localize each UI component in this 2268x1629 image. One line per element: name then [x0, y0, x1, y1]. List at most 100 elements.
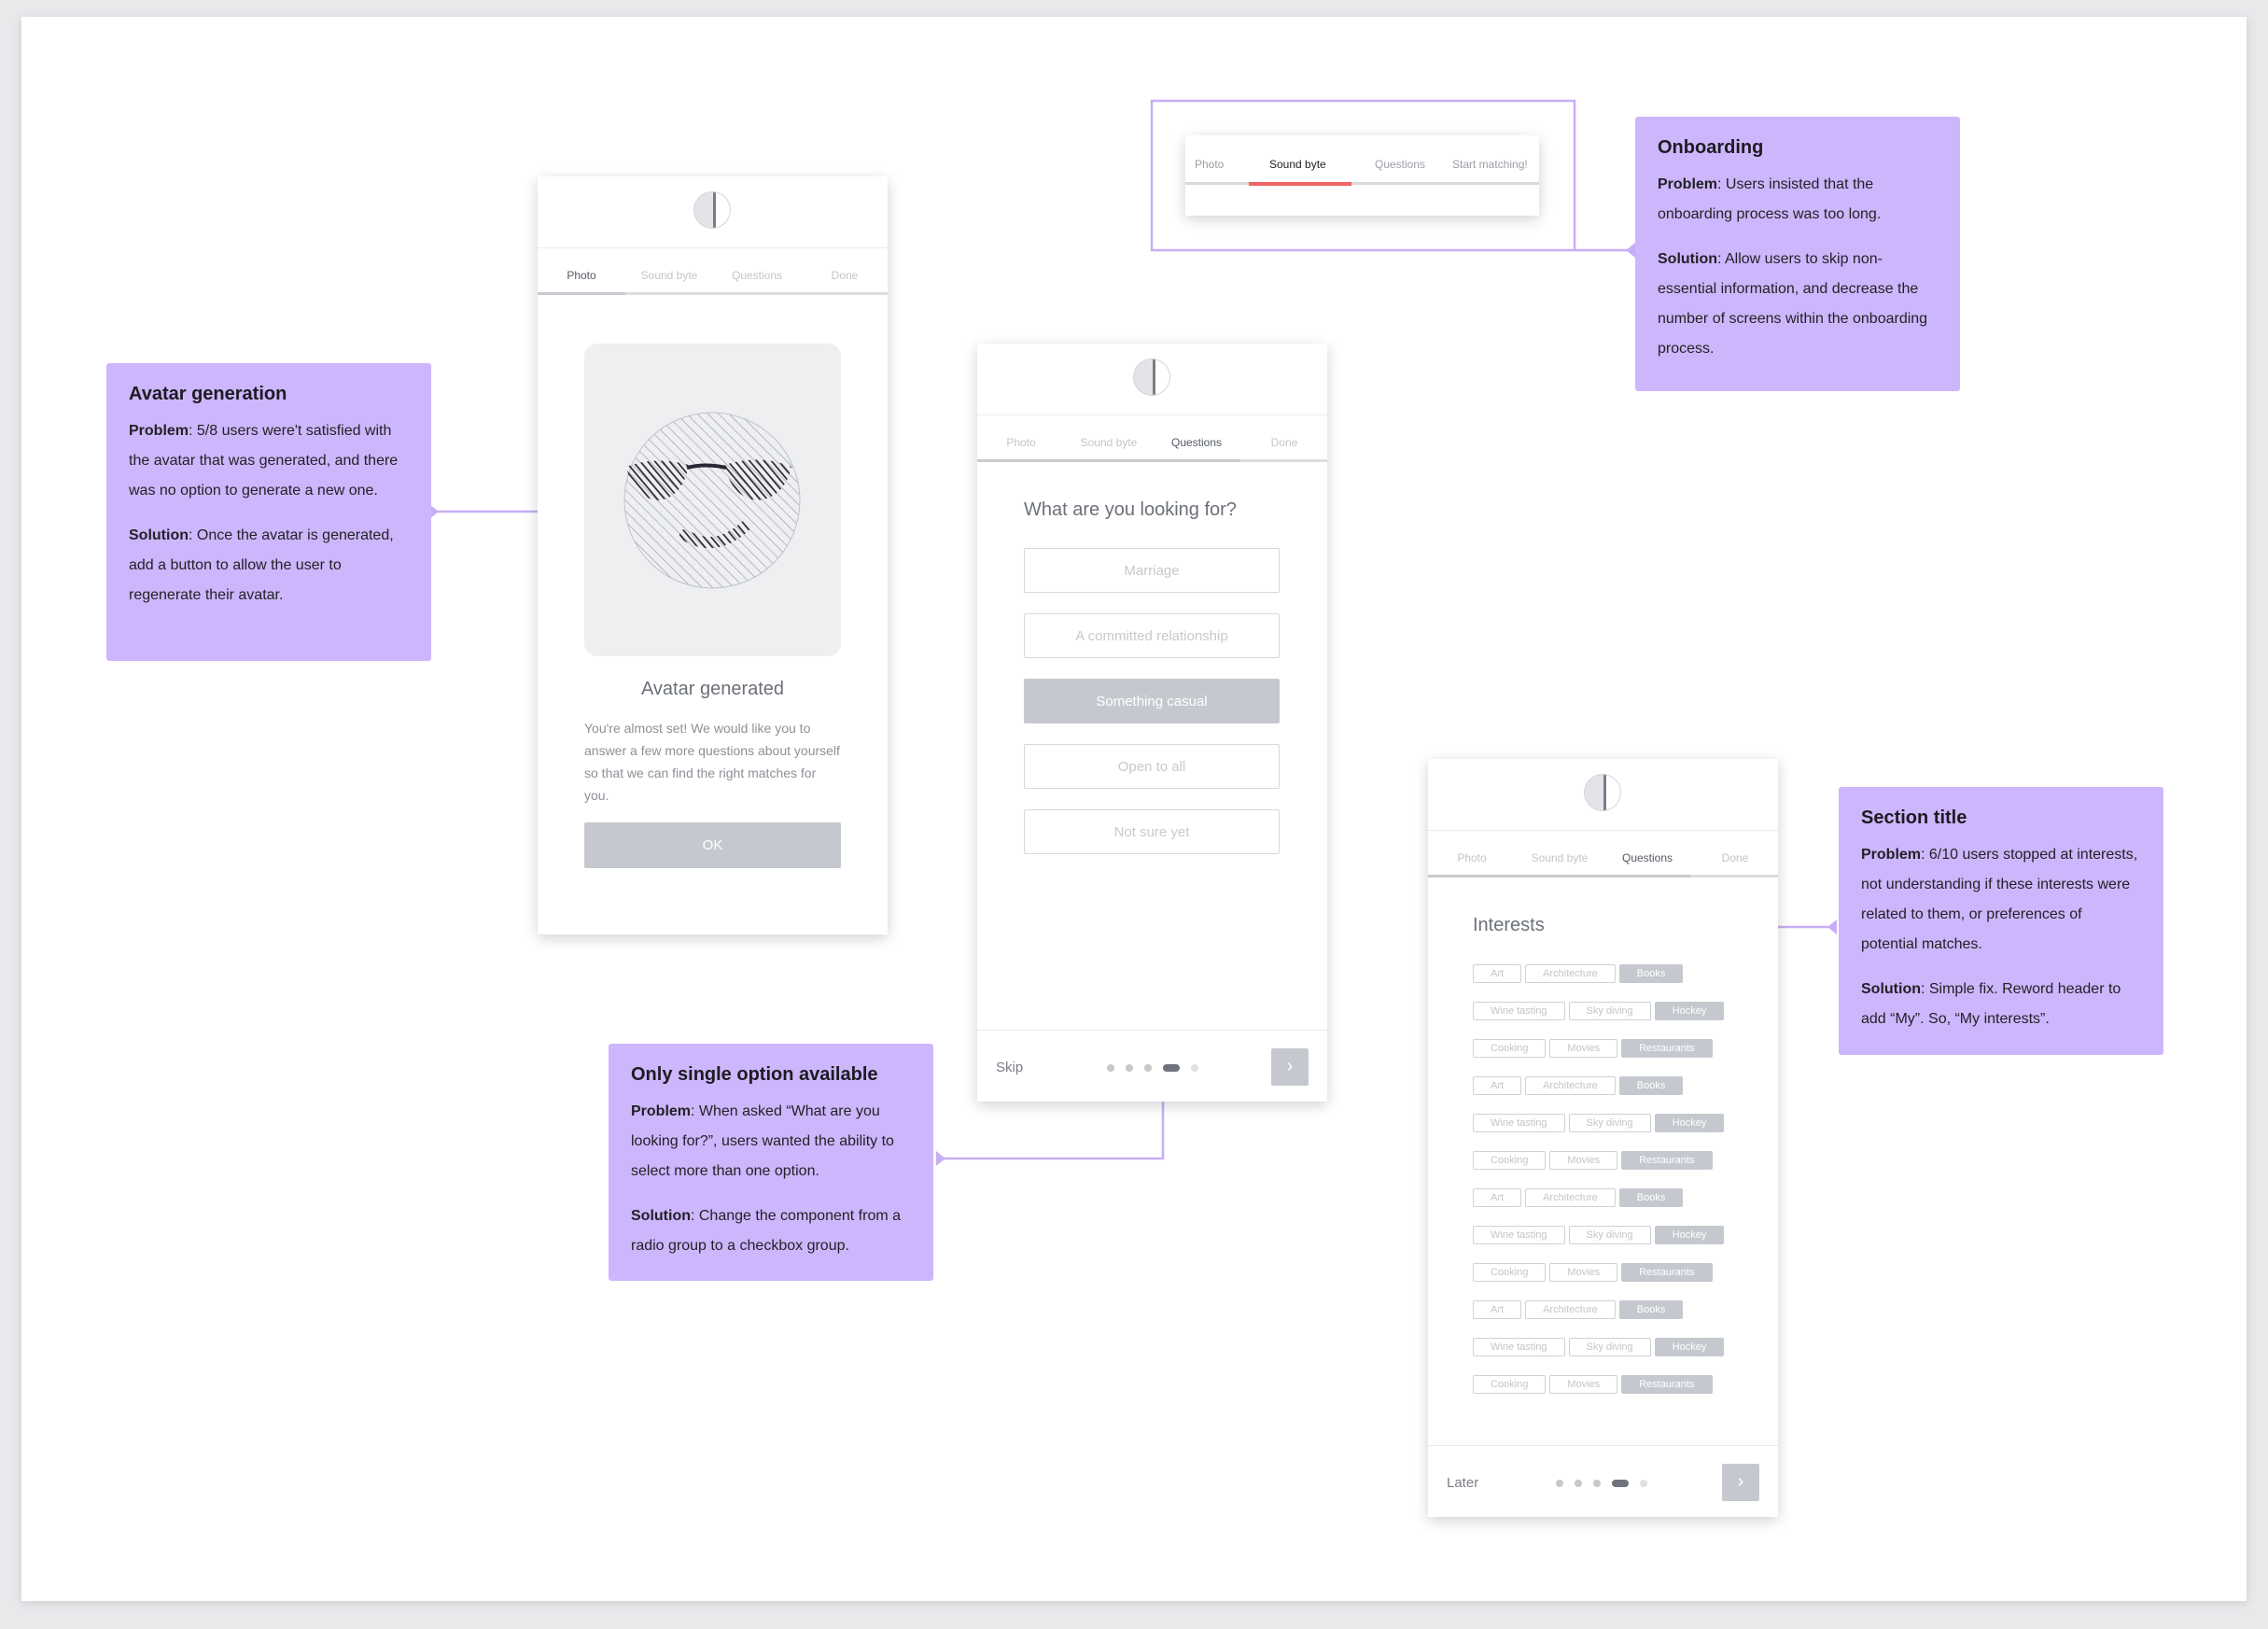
ok-button[interactable]: OK	[584, 822, 841, 868]
tab-questions[interactable]: Questions	[1603, 851, 1691, 864]
interest-chip[interactable]: Architecture	[1525, 1076, 1616, 1095]
note-problem: Problem: 6/10 users stopped at interests…	[1861, 847, 2138, 952]
option-something-casual[interactable]: Something casual	[1024, 679, 1280, 723]
interest-chip[interactable]: Books	[1618, 1300, 1684, 1319]
interest-chip[interactable]: Art	[1473, 1076, 1522, 1095]
interest-chip[interactable]: Wine tasting	[1473, 1002, 1565, 1020]
interest-chip[interactable]: Cooking	[1473, 1263, 1547, 1282]
app-logo-icon	[693, 191, 731, 229]
interest-chip[interactable]: Books	[1618, 1188, 1684, 1207]
interest-chip[interactable]: Art	[1473, 1188, 1522, 1207]
interest-chip[interactable]: Movies	[1549, 1151, 1618, 1170]
note-problem: Problem: Users insisted that the onboard…	[1658, 176, 1882, 222]
tab-photo[interactable]: Photo	[538, 269, 625, 282]
question-title: What are you looking for?	[1024, 499, 1237, 520]
step-tabs: Photo Sound byte Questions Done	[977, 414, 1327, 462]
onboarding-tab-track	[1185, 182, 1539, 185]
skip-button[interactable]: Skip	[996, 1060, 1023, 1075]
chip-row: Wine tasting Sky diving Hockey	[1473, 1002, 1728, 1020]
note-section-title: Section title Problem: 6/10 users stoppe…	[1839, 787, 2163, 1055]
interest-chip[interactable]: Restaurants	[1621, 1039, 1713, 1058]
interest-chip[interactable]: Books	[1618, 1076, 1684, 1095]
interest-chip[interactable]: Movies	[1549, 1039, 1618, 1058]
onboarding-tabbar-snippet: Photo Sound byte Questions Start matchin…	[1185, 135, 1539, 216]
page-dot-active	[1612, 1480, 1629, 1487]
chip-row: Wine tasting Sky diving Hockey	[1473, 1114, 1728, 1132]
interest-chip[interactable]: Hockey	[1654, 1338, 1725, 1356]
tab-done[interactable]: Done	[801, 269, 889, 282]
note-title: Onboarding	[1658, 137, 1764, 158]
chip-row: Art Architecture Books	[1473, 1076, 1687, 1095]
onboarding-tab-questions[interactable]: Questions	[1375, 158, 1425, 171]
tab-done[interactable]: Done	[1691, 851, 1779, 864]
interest-chip[interactable]: Sky diving	[1568, 1226, 1651, 1244]
tab-photo[interactable]: Photo	[1428, 851, 1516, 864]
option-committed-relationship[interactable]: A committed relationship	[1024, 613, 1280, 658]
step-progress-track	[1428, 875, 1778, 878]
interest-chip[interactable]: Cooking	[1473, 1151, 1547, 1170]
interest-chip[interactable]: Books	[1618, 964, 1684, 983]
page-dot-active	[1163, 1064, 1180, 1072]
option-marriage[interactable]: Marriage	[1024, 548, 1280, 593]
page-dot	[1107, 1064, 1114, 1072]
tab-photo[interactable]: Photo	[977, 436, 1065, 449]
onboarding-tab-photo[interactable]: Photo	[1195, 158, 1224, 171]
single-option-connector-cap	[936, 1151, 945, 1166]
tab-questions[interactable]: Questions	[1153, 436, 1240, 449]
interest-chip[interactable]: Architecture	[1525, 964, 1616, 983]
interest-chip[interactable]: Hockey	[1654, 1114, 1725, 1132]
interest-chip[interactable]: Movies	[1549, 1263, 1618, 1282]
interest-chip[interactable]: Architecture	[1525, 1300, 1616, 1319]
interest-chip[interactable]: Hockey	[1654, 1002, 1725, 1020]
avatar-title: Avatar generated	[640, 679, 785, 699]
interest-chip[interactable]: Sky diving	[1568, 1002, 1651, 1020]
interest-chip[interactable]: Art	[1473, 1300, 1522, 1319]
interest-chip[interactable]: Wine tasting	[1473, 1114, 1565, 1132]
onboarding-tab-sound-byte[interactable]: Sound byte	[1269, 158, 1326, 171]
interest-chip[interactable]: Hockey	[1654, 1226, 1725, 1244]
interest-chip[interactable]: Art	[1473, 964, 1522, 983]
tab-sound-byte[interactable]: Sound byte	[1516, 851, 1603, 864]
tab-questions[interactable]: Questions	[713, 269, 801, 282]
step-progress-track	[538, 292, 888, 295]
chip-row: Wine tasting Sky diving Hockey	[1473, 1338, 1728, 1356]
option-open-to-all[interactable]: Open to all	[1024, 744, 1280, 789]
note-problem: Problem: When asked “What are you lookin…	[631, 1103, 894, 1179]
page-dot	[1191, 1064, 1198, 1072]
page-indicator	[1107, 1064, 1198, 1074]
chevron-right-icon: ›	[1286, 1056, 1294, 1076]
chip-row: Wine tasting Sky diving Hockey	[1473, 1226, 1728, 1244]
avatar-card	[584, 344, 841, 656]
app-logo-icon	[1133, 358, 1170, 396]
interest-chip[interactable]: Restaurants	[1621, 1375, 1713, 1394]
onboarding-tab-start-matching[interactable]: Start matching!	[1452, 158, 1528, 171]
phone-avatar-generated: Photo Sound byte Questions Done Avatar g…	[538, 176, 888, 934]
later-button[interactable]: Later	[1447, 1475, 1478, 1491]
tab-sound-byte[interactable]: Sound byte	[1065, 436, 1153, 449]
interest-chip[interactable]: Wine tasting	[1473, 1226, 1565, 1244]
footer-divider	[977, 1030, 1327, 1031]
interest-chip[interactable]: Architecture	[1525, 1188, 1616, 1207]
interest-chip[interactable]: Cooking	[1473, 1039, 1547, 1058]
chevron-right-icon: ›	[1737, 1471, 1744, 1492]
interest-chip[interactable]: Cooking	[1473, 1375, 1547, 1394]
next-button[interactable]: ›	[1271, 1048, 1309, 1086]
note-title: Avatar generation	[129, 384, 287, 404]
interest-chip[interactable]: Sky diving	[1568, 1114, 1651, 1132]
next-button[interactable]: ›	[1722, 1464, 1759, 1501]
interest-chip[interactable]: Sky diving	[1568, 1338, 1651, 1356]
tab-sound-byte[interactable]: Sound byte	[625, 269, 713, 282]
option-not-sure-yet[interactable]: Not sure yet	[1024, 809, 1280, 854]
interest-chip[interactable]: Movies	[1549, 1375, 1618, 1394]
note-onboarding: Onboarding Problem: Users insisted that …	[1635, 117, 1960, 391]
interest-chip[interactable]: Restaurants	[1621, 1263, 1713, 1282]
interest-chip[interactable]: Wine tasting	[1473, 1338, 1565, 1356]
note-solution: Solution: Once the avatar is generated, …	[129, 527, 394, 603]
chip-row: Cooking Movies Restaurants	[1473, 1039, 1716, 1058]
page-dot	[1575, 1480, 1582, 1487]
page-dot	[1126, 1064, 1133, 1072]
chip-row: Art Architecture Books	[1473, 964, 1687, 983]
tab-done[interactable]: Done	[1240, 436, 1328, 449]
section-title-connector-cap	[1827, 920, 1837, 934]
interest-chip[interactable]: Restaurants	[1621, 1151, 1713, 1170]
